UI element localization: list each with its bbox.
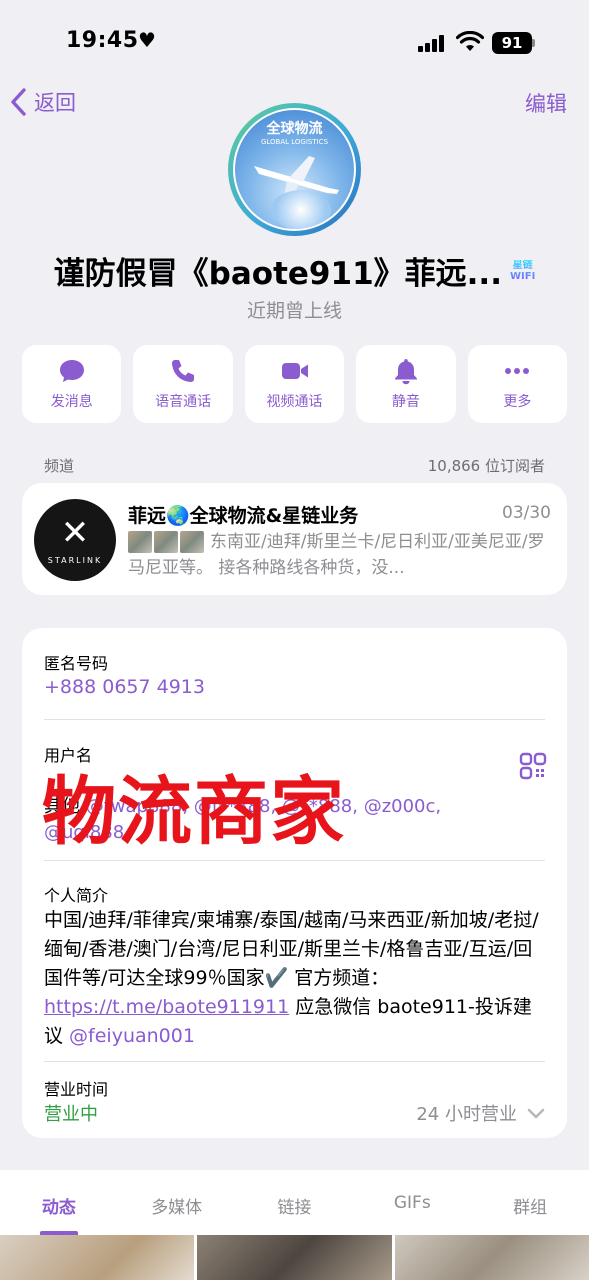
- phone-value[interactable]: +888 0657 4913: [44, 676, 205, 698]
- hours-dropdown[interactable]: 24 小时营业: [416, 1100, 547, 1126]
- bio-link[interactable]: https://t.me/baote911911: [44, 996, 289, 1018]
- avatar[interactable]: 全球物流 GLOBAL LOGISTICS: [228, 103, 361, 236]
- channel-section-label: 频道: [44, 457, 75, 475]
- tab-groups[interactable]: 群组: [471, 1170, 589, 1235]
- avatar-image: 全球物流 GLOBAL LOGISTICS: [233, 108, 356, 231]
- more-icon: [505, 368, 530, 374]
- video-call-label: 视频通话: [266, 394, 323, 410]
- open-status: 营业中: [44, 1104, 98, 1125]
- tab-links[interactable]: 链接: [236, 1170, 354, 1235]
- last-seen-status: 近期曾上线: [246, 300, 342, 322]
- channel-avatar: ✕ STARLINK: [34, 499, 116, 581]
- edit-button[interactable]: 编辑: [525, 88, 567, 118]
- tab-media[interactable]: 多媒体: [118, 1170, 236, 1235]
- media-thumbnail[interactable]: [197, 1235, 392, 1280]
- more-label: 更多: [503, 394, 532, 410]
- chevron-down-icon: [527, 1108, 545, 1119]
- media-tabs: 动态 多媒体 链接 GIFs 群组: [0, 1170, 589, 1235]
- bell-icon: [394, 359, 417, 385]
- video-call-button[interactable]: 视频通话: [244, 345, 345, 423]
- divider: [44, 1061, 545, 1062]
- profile-name-text: 谨防假冒《baote911》菲远...: [53, 256, 502, 292]
- channel-date: 03/30: [502, 503, 551, 523]
- info-card: 匿名号码 +888 0657 4913 用户名 其他 @twap888, @f*…: [22, 628, 567, 1138]
- battery-indicator: 91: [492, 32, 532, 54]
- avatar-title: 全球物流: [266, 121, 323, 137]
- chevron-left-icon: [11, 88, 26, 116]
- bio-text: 中国/迪拜/菲律宾/柬埔寨/泰国/越南/马来西亚/新加坡/老挝/缅甸/香港/澳门…: [44, 906, 549, 1051]
- media-thumbnail[interactable]: [394, 1235, 589, 1280]
- tab-gifs[interactable]: GIFs: [353, 1170, 471, 1235]
- hours-label: 营业时间: [44, 1080, 109, 1099]
- action-buttons: 发消息 语音通话 视频通话 静音 更多: [22, 345, 568, 423]
- badge-line1: 星链: [512, 259, 533, 271]
- avatar-subtitle: GLOBAL LOGISTICS: [260, 138, 329, 146]
- subscriber-count: 10,866 位订阅者: [427, 457, 545, 475]
- status-time: 19:45: [66, 28, 139, 53]
- signal-icon: [418, 34, 448, 52]
- more-button[interactable]: 更多: [467, 345, 568, 423]
- message-label: 发消息: [50, 394, 93, 410]
- bio-label: 个人简介: [44, 886, 109, 905]
- voice-call-label: 语音通话: [155, 394, 212, 410]
- message-button[interactable]: 发消息: [22, 345, 122, 423]
- channel-preview: 东南亚/迪拜/斯里兰卡/尼日利亚/亚美尼亚/罗马尼亚等。 接各种路线各种货，没.…: [128, 529, 548, 581]
- divider: [44, 719, 545, 720]
- bio-mention[interactable]: @feiyuan001: [69, 1025, 195, 1047]
- watermark-text: 物流商家: [42, 769, 346, 855]
- mute-button[interactable]: 静音: [356, 345, 456, 423]
- qr-code-icon[interactable]: [519, 752, 547, 780]
- bio-body: 中国/迪拜/菲律宾/柬埔寨/泰国/越南/马来西亚/新加坡/老挝/缅甸/香港/澳门…: [44, 909, 539, 989]
- message-icon: [59, 360, 84, 382]
- channel-name: 菲远🌏全球物流&星链业务: [128, 505, 359, 527]
- phone-label: 匿名号码: [44, 654, 109, 673]
- wifi-icon: [456, 31, 484, 51]
- x-logo-icon: ✕: [60, 512, 90, 553]
- heart-icon: ♥: [138, 28, 156, 52]
- phone-icon: [172, 360, 195, 382]
- globe-shape: [271, 190, 331, 229]
- channel-avatar-text: STARLINK: [47, 555, 103, 565]
- divider: [44, 860, 545, 861]
- battery-nub: [532, 39, 535, 47]
- back-button[interactable]: 返回: [8, 84, 76, 120]
- mute-label: 静音: [391, 394, 420, 410]
- voice-call-button[interactable]: 语音通话: [133, 345, 233, 423]
- video-icon: [281, 363, 308, 379]
- tab-posts[interactable]: 动态: [0, 1170, 118, 1235]
- hours-value: 24 小时营业: [416, 1104, 517, 1125]
- media-thumbnail[interactable]: [0, 1235, 195, 1280]
- back-label: 返回: [34, 91, 76, 115]
- channel-card[interactable]: ✕ STARLINK 菲远🌏全球物流&星链业务 03/30 东南亚/迪拜/斯里兰…: [22, 483, 567, 595]
- preview-thumbnails: [128, 531, 204, 553]
- starlink-wifi-badge: 星链 WIFI: [510, 260, 535, 282]
- media-grid: [0, 1235, 589, 1280]
- badge-line2: WIFI: [509, 270, 536, 282]
- profile-name: 谨防假冒《baote911》菲远... 星链 WIFI: [0, 248, 589, 293]
